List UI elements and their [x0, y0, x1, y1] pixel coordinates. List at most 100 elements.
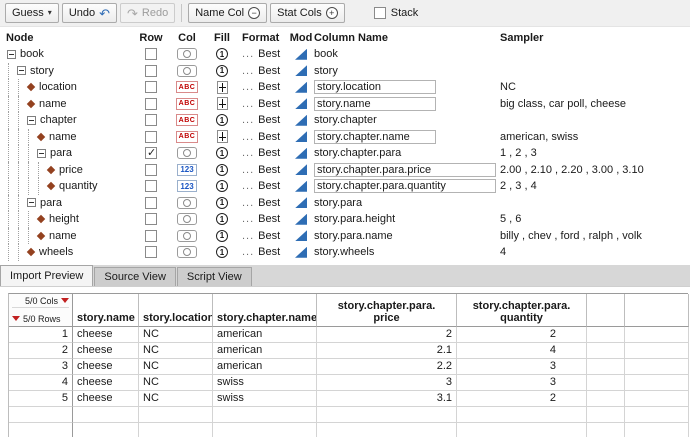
- column-type-character-icon[interactable]: ABC: [176, 131, 198, 143]
- column-header-story-chapter-name[interactable]: story.chapter.name: [213, 294, 317, 327]
- row-checkbox[interactable]: [145, 65, 157, 77]
- format-ellipsis[interactable]: ...: [242, 131, 254, 143]
- fill-one-icon[interactable]: 1: [216, 164, 228, 176]
- format-ellipsis[interactable]: ...: [242, 246, 254, 258]
- column-type-ignore-icon[interactable]: [177, 48, 197, 60]
- format-value[interactable]: Best: [258, 48, 280, 60]
- format-ellipsis[interactable]: ...: [242, 180, 254, 192]
- table-corner-panel[interactable]: 5/0 Cols 5/0 Rows: [9, 294, 73, 327]
- collapse-toggle-icon[interactable]: [27, 116, 36, 125]
- collapse-toggle-icon[interactable]: [7, 50, 16, 59]
- column-name-input[interactable]: [314, 97, 436, 111]
- column-type-numeric-icon[interactable]: 123: [177, 180, 197, 192]
- format-ellipsis[interactable]: ...: [242, 98, 254, 110]
- tab-import-preview[interactable]: Import Preview: [0, 265, 93, 286]
- column-header-quantity[interactable]: story.chapter.para.quantity: [457, 294, 587, 327]
- fill-one-icon[interactable]: 1: [216, 180, 228, 192]
- format-ellipsis[interactable]: ...: [242, 147, 254, 159]
- column-name-input[interactable]: [314, 179, 496, 193]
- fill-plus-icon[interactable]: [217, 130, 228, 143]
- mod-triangle-icon[interactable]: [295, 82, 307, 93]
- collapse-toggle-icon[interactable]: [17, 66, 26, 75]
- row-checkbox[interactable]: [145, 164, 157, 176]
- collapse-toggle-icon[interactable]: [37, 149, 46, 158]
- stack-checkbox[interactable]: [374, 7, 386, 19]
- column-header-story-location[interactable]: story.location: [139, 294, 213, 327]
- mod-triangle-icon[interactable]: [295, 148, 307, 159]
- mod-triangle-icon[interactable]: [295, 164, 307, 175]
- format-value[interactable]: Best: [258, 197, 280, 209]
- fill-plus-icon[interactable]: [217, 81, 228, 94]
- fill-one-icon[interactable]: 1: [216, 213, 228, 225]
- column-type-numeric-icon[interactable]: 123: [177, 164, 197, 176]
- fill-plus-icon[interactable]: [217, 97, 228, 110]
- row-checkbox[interactable]: [145, 131, 157, 143]
- mod-triangle-icon[interactable]: [295, 197, 307, 208]
- format-value[interactable]: Best: [258, 98, 280, 110]
- collapse-toggle-icon[interactable]: [27, 198, 36, 207]
- format-ellipsis[interactable]: ...: [242, 164, 254, 176]
- row-checkbox[interactable]: [145, 48, 157, 60]
- mod-triangle-icon[interactable]: [295, 98, 307, 109]
- fill-one-icon[interactable]: 1: [216, 65, 228, 77]
- columns-dropdown-icon[interactable]: [61, 298, 69, 303]
- mod-triangle-icon[interactable]: [295, 247, 307, 258]
- column-type-character-icon[interactable]: ABC: [176, 98, 198, 110]
- tab-script-view[interactable]: Script View: [177, 267, 252, 286]
- row-checkbox[interactable]: [145, 197, 157, 209]
- format-ellipsis[interactable]: ...: [242, 81, 254, 93]
- format-ellipsis[interactable]: ...: [242, 230, 254, 242]
- format-ellipsis[interactable]: ...: [242, 114, 254, 126]
- row-checkbox[interactable]: [145, 81, 157, 93]
- format-value[interactable]: Best: [258, 230, 280, 242]
- mod-triangle-icon[interactable]: [295, 131, 307, 142]
- format-value[interactable]: Best: [258, 131, 280, 143]
- format-ellipsis[interactable]: ...: [242, 48, 254, 60]
- rows-badge[interactable]: 5/0 Rows: [12, 314, 69, 324]
- stat-cols-button[interactable]: Stat Cols +: [270, 3, 345, 23]
- row-checkbox[interactable]: [145, 230, 157, 242]
- mod-triangle-icon[interactable]: [295, 49, 307, 60]
- format-ellipsis[interactable]: ...: [242, 65, 254, 77]
- column-name-input[interactable]: [314, 80, 436, 94]
- column-type-character-icon[interactable]: ABC: [176, 114, 198, 126]
- fill-one-icon[interactable]: 1: [216, 197, 228, 209]
- mod-triangle-icon[interactable]: [295, 230, 307, 241]
- column-name-input[interactable]: [314, 163, 496, 177]
- mod-triangle-icon[interactable]: [295, 115, 307, 126]
- mod-triangle-icon[interactable]: [295, 214, 307, 225]
- column-type-ignore-icon[interactable]: [177, 147, 197, 159]
- format-value[interactable]: Best: [258, 147, 280, 159]
- column-type-ignore-icon[interactable]: [177, 65, 197, 77]
- row-checkbox[interactable]: [145, 180, 157, 192]
- format-value[interactable]: Best: [258, 246, 280, 258]
- tab-source-view[interactable]: Source View: [94, 267, 176, 286]
- column-header-story-name[interactable]: story.name: [73, 294, 139, 327]
- fill-one-icon[interactable]: 1: [216, 48, 228, 60]
- column-type-ignore-icon[interactable]: [177, 230, 197, 242]
- format-value[interactable]: Best: [258, 65, 280, 77]
- column-header-price[interactable]: story.chapter.para.price: [317, 294, 457, 327]
- row-checkbox[interactable]: [145, 246, 157, 258]
- row-checkbox[interactable]: [145, 98, 157, 110]
- fill-one-icon[interactable]: 1: [216, 147, 228, 159]
- columns-badge[interactable]: 5/0 Cols: [12, 296, 69, 308]
- fill-one-icon[interactable]: 1: [216, 114, 228, 126]
- format-ellipsis[interactable]: ...: [242, 197, 254, 209]
- fill-one-icon[interactable]: 1: [216, 230, 228, 242]
- name-col-button[interactable]: Name Col −: [188, 3, 267, 23]
- format-value[interactable]: Best: [258, 164, 280, 176]
- format-value[interactable]: Best: [258, 114, 280, 126]
- format-ellipsis[interactable]: ...: [242, 213, 254, 225]
- row-checkbox-checked[interactable]: [145, 147, 157, 159]
- format-value[interactable]: Best: [258, 180, 280, 192]
- undo-button[interactable]: Undo ↶: [62, 3, 117, 23]
- format-value[interactable]: Best: [258, 213, 280, 225]
- column-name-input[interactable]: [314, 130, 436, 144]
- rows-dropdown-icon[interactable]: [12, 316, 20, 321]
- column-type-character-icon[interactable]: ABC: [176, 81, 198, 93]
- guess-button[interactable]: Guess ▾: [5, 3, 59, 23]
- row-checkbox[interactable]: [145, 213, 157, 225]
- mod-triangle-icon[interactable]: [295, 65, 307, 76]
- format-value[interactable]: Best: [258, 81, 280, 93]
